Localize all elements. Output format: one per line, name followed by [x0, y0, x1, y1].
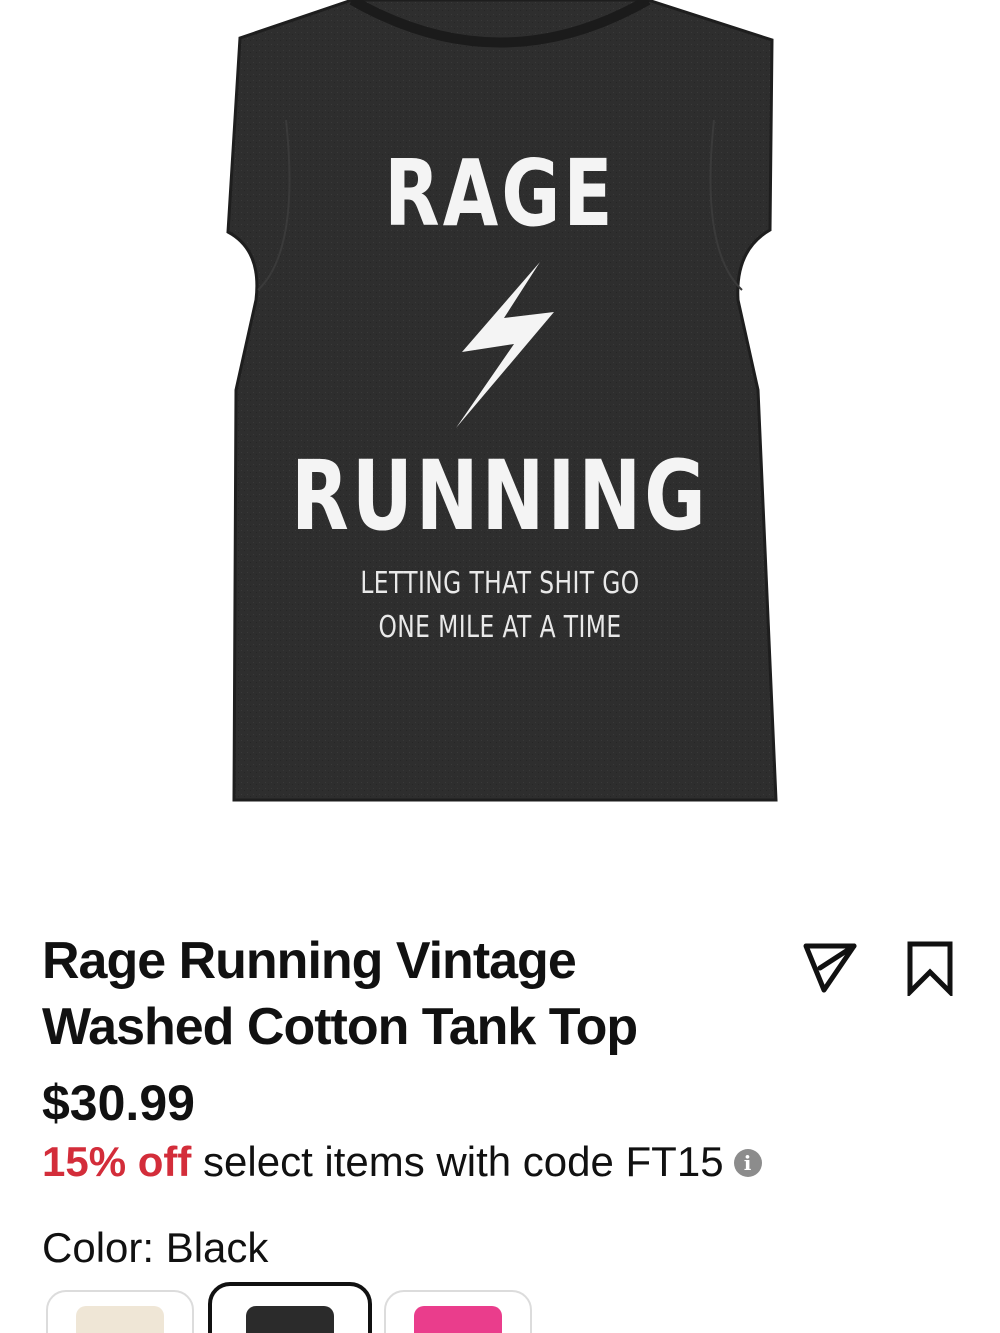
print-line-running: RUNNING — [291, 440, 709, 552]
product-title: Rage Running Vintage Washed Cotton Tank … — [42, 932, 638, 1056]
save-button[interactable] — [900, 938, 960, 998]
product-price: $30.99 — [42, 1075, 195, 1131]
tank-top-illustration — [226, 0, 778, 802]
print-line-tagline-1: LETTING THAT SHIT GO — [360, 566, 640, 601]
swatch-thumbnail — [76, 1306, 164, 1333]
product-image[interactable]: RAGE RUNNING LETTING THAT SHIT GO ONE MI… — [0, 0, 1000, 860]
promo-line: 15% off select items with code FT15 i — [42, 1138, 762, 1186]
info-icon[interactable]: i — [733, 1148, 762, 1177]
send-triangle-icon — [803, 943, 857, 993]
swatch-thumbnail — [246, 1306, 334, 1333]
product-actions — [800, 938, 960, 998]
promo-discount: 15% off — [42, 1138, 192, 1185]
print-line-rage: RAGE — [384, 140, 616, 247]
color-swatches — [46, 1282, 566, 1333]
bookmark-icon — [907, 941, 953, 996]
swatch-black[interactable] — [208, 1282, 372, 1333]
promo-text: select items with code FT15 — [191, 1138, 724, 1185]
print-line-tagline-2: ONE MILE AT A TIME — [378, 610, 622, 645]
swatch-thumbnail — [414, 1306, 502, 1333]
share-button[interactable] — [800, 938, 860, 998]
color-label: Color: Black — [42, 1224, 269, 1271]
swatch-pink[interactable] — [384, 1290, 532, 1333]
swatch-cream[interactable] — [46, 1290, 194, 1333]
